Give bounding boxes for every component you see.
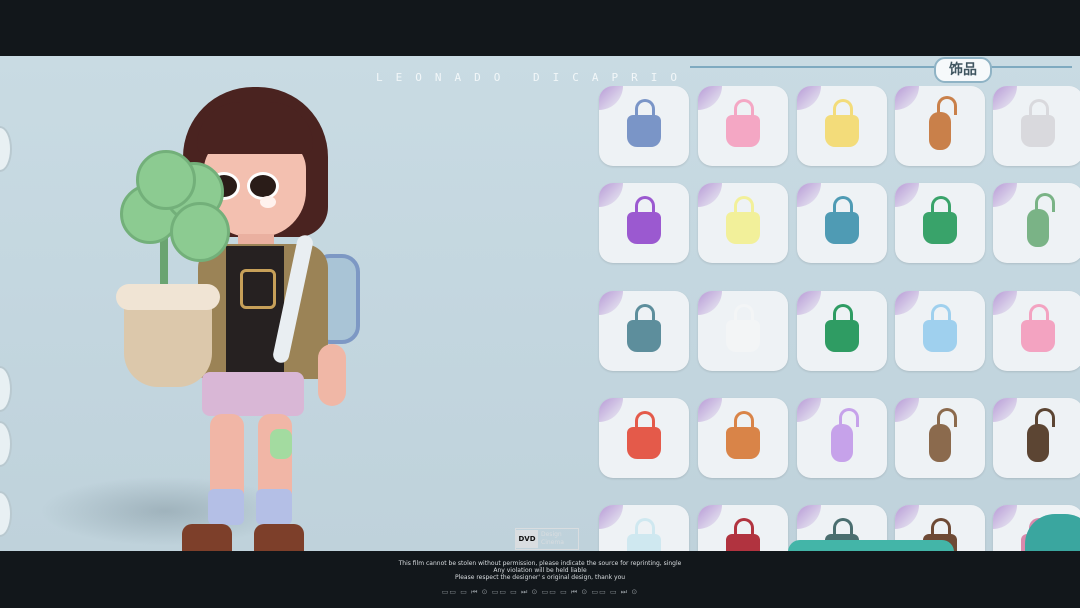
teal-canvas-tote-icon [621, 304, 667, 355]
inventory-slot[interactable] [895, 398, 985, 478]
logo-text-line: Design [541, 531, 562, 538]
category-tab-accessories[interactable]: 饰品 [934, 57, 992, 83]
red-heart-tote-icon [621, 411, 667, 462]
film-title: LEONADO DICAPRIO [376, 71, 690, 84]
pink-puppy-tote-icon [720, 99, 766, 150]
avatar-bangs [197, 102, 313, 154]
game-viewport: LEONADO DICAPRIO 饰品 [0, 56, 1080, 551]
inventory-slot[interactable] [895, 86, 985, 166]
inventory-slot[interactable] [993, 398, 1080, 478]
yellow-duck-tote-icon [819, 99, 865, 150]
inventory-slot[interactable] [797, 183, 887, 263]
glass-bead-bag-icon [621, 518, 667, 551]
white-canvas-tote-icon [720, 304, 766, 355]
inventory-slot[interactable] [599, 398, 689, 478]
inventory-slot[interactable] [698, 183, 788, 263]
green-sword-charm-icon [1015, 193, 1061, 247]
inventory-slot[interactable] [599, 291, 689, 371]
red-strap-bag-icon [720, 518, 766, 551]
inventory-slot[interactable] [895, 291, 985, 371]
inventory-slot[interactable] [993, 183, 1080, 263]
avatar-leg-bandage [270, 429, 292, 459]
notice-line: Any violation will be held liable [493, 567, 587, 574]
clover-leaf [170, 202, 230, 262]
letterbox-top [0, 0, 1080, 56]
design-cinema-logo: DVD Design Cinema [515, 528, 579, 550]
logo-text: Design Cinema [538, 531, 578, 547]
avatar-arm [318, 344, 346, 406]
accessory-inventory-grid [596, 86, 1080, 551]
title-underline [690, 66, 1072, 68]
avatar-sock-right [256, 489, 292, 525]
green-knot-bag-icon [917, 196, 963, 247]
plant-pot-rim [116, 284, 220, 310]
inventory-slot[interactable] [599, 505, 689, 551]
dvd-logo-mark: DVD [516, 530, 538, 548]
inventory-slot[interactable] [698, 398, 788, 478]
green-checker-tote-icon [819, 304, 865, 355]
notice-line: This film cannot be stolen without permi… [398, 560, 682, 567]
purple-gem-bag-icon [621, 196, 667, 247]
inventory-slot[interactable] [797, 398, 887, 478]
player-avatar [80, 84, 380, 551]
blue-knot-bag-icon [819, 196, 865, 247]
avatar-cheek-sticker [260, 196, 276, 208]
avatar-boot-left [182, 524, 232, 551]
bear-shoulder-bag-icon [621, 99, 667, 150]
avatar-eye-right [247, 172, 279, 200]
inventory-slot[interactable] [698, 291, 788, 371]
inventory-slot[interactable] [599, 86, 689, 166]
inventory-slot[interactable] [993, 291, 1080, 371]
inventory-slot[interactable] [895, 183, 985, 263]
copyright-notice: This film cannot be stolen without permi… [0, 560, 1080, 581]
side-nav-dot[interactable] [0, 491, 12, 537]
avatar-shorts [202, 372, 304, 416]
playback-controls: ▭▭ ▭ ⏮ ⊙ ▭▭ ▭ ⏭ ⊙ ▭▭ ▭ ⏮ ⊙ ▭▭ ▭ ⏭ ⊙ [441, 588, 639, 596]
confirm-button[interactable] [788, 540, 954, 551]
cat-plush-bag-icon [1015, 99, 1061, 150]
inventory-slot[interactable] [797, 291, 887, 371]
inventory-slot[interactable] [698, 505, 788, 551]
logo-text-line: Cinema [541, 539, 564, 546]
clover-leaf [136, 150, 196, 210]
trumpet-ribbon-charm-icon [917, 96, 963, 150]
gourd-charm-icon [917, 408, 963, 462]
inventory-slot[interactable] [797, 86, 887, 166]
autumn-flower-bouquet-icon [720, 411, 766, 462]
avatar-boot-right [254, 524, 304, 551]
folding-fan-icon [1015, 408, 1061, 462]
side-nav-dot[interactable] [0, 366, 12, 412]
yellow-knot-bag-icon [720, 196, 766, 247]
notice-line: Please respect the designer' s original … [454, 574, 626, 581]
purple-crystal-charm-icon [819, 408, 865, 462]
blue-flower-tote-icon [917, 304, 963, 355]
avatar-sock-left [208, 489, 244, 525]
inventory-slot[interactable] [993, 86, 1080, 166]
pink-flower-tote-icon [1015, 304, 1061, 355]
inventory-slot[interactable] [599, 183, 689, 263]
inventory-slot[interactable] [698, 86, 788, 166]
side-nav-dot[interactable] [0, 421, 12, 467]
avatar-shirt-print [240, 269, 276, 309]
side-nav-dot[interactable] [0, 126, 12, 172]
